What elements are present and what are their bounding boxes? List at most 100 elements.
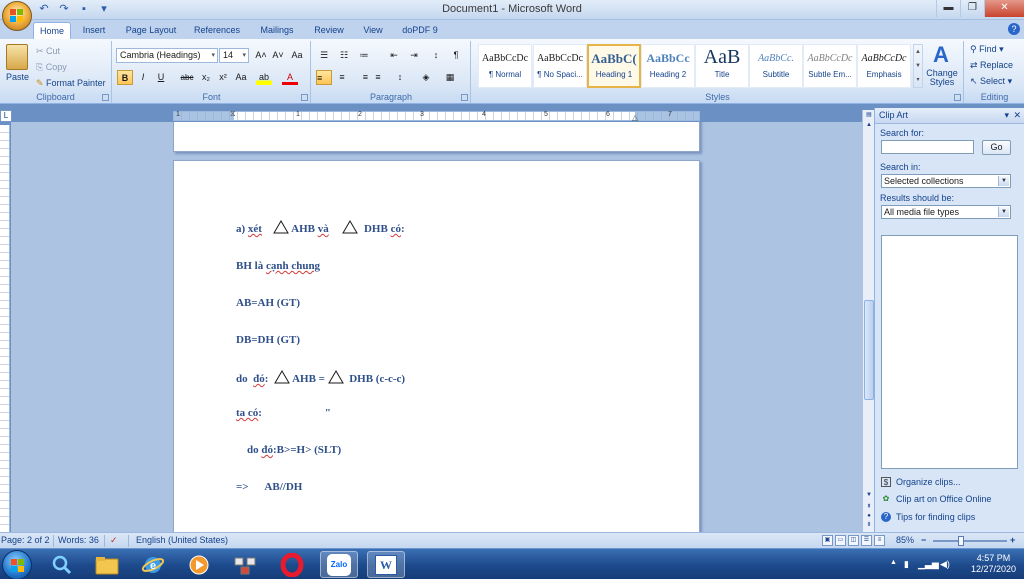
align-right-button[interactable]: ≡ [352, 70, 368, 85]
decrease-indent-button[interactable]: ⇤ [386, 48, 402, 63]
tab-selector[interactable]: L [0, 110, 12, 122]
language-status[interactable]: English (United States) [136, 535, 228, 545]
change-styles-icon[interactable]: A [929, 42, 953, 68]
zoom-slider-track[interactable] [933, 540, 1007, 542]
minimize-button[interactable]: ▬ [936, 0, 960, 17]
center-button[interactable]: ≡ [334, 70, 350, 85]
vertical-scrollbar[interactable]: ▤ ▲ ▼ ⇞ ● ⇟ [862, 110, 874, 532]
style-normal[interactable]: AaBbCcDc ¶ Normal [478, 44, 532, 88]
office-button[interactable] [2, 1, 32, 31]
clip-art-online-link[interactable]: ✿ Clip art on Office Online [881, 494, 992, 504]
clip-results-area[interactable] [881, 235, 1018, 469]
right-indent-marker-icon[interactable]: △ [632, 113, 638, 122]
organize-clips-link[interactable]: $ Organize clips... [881, 477, 961, 487]
sort-button[interactable]: ↕ [428, 48, 444, 63]
taskbar-network-app[interactable] [226, 551, 264, 578]
italic-button[interactable]: I [135, 70, 151, 85]
zoom-slider-knob[interactable] [958, 536, 964, 546]
underline-button[interactable]: U [153, 70, 169, 85]
taskbar-word-app[interactable]: W [367, 551, 405, 578]
full-screen-reading-icon[interactable]: ▭ [835, 535, 846, 546]
close-button[interactable]: ✕ [984, 0, 1024, 17]
pane-close-icon[interactable]: ✕ [1013, 110, 1021, 121]
tab-home[interactable]: Home [33, 22, 71, 39]
zoom-in-button[interactable]: + [1010, 535, 1015, 545]
draft-icon[interactable]: ≡ [874, 535, 885, 546]
proofing-icon[interactable]: ✓ [110, 535, 118, 546]
paragraph-launcher-icon[interactable] [461, 94, 468, 101]
help-icon[interactable]: ? [1008, 23, 1020, 35]
align-left-button[interactable]: ≡ [316, 70, 332, 85]
page-count[interactable]: Page: 2 of 2 [1, 535, 50, 545]
style-no-spacing[interactable]: AaBbCcDc ¶ No Spaci... [533, 44, 587, 88]
borders-button[interactable]: ▦ [442, 70, 458, 85]
outline-icon[interactable]: ☰ [861, 535, 872, 546]
copy-button[interactable]: ⎘ Copy [36, 62, 67, 73]
clock[interactable]: 4:57 PM 12/27/2020 [971, 553, 1016, 575]
tab-insert[interactable]: Insert [76, 22, 112, 39]
tips-link[interactable]: ? Tips for finding clips [881, 512, 975, 522]
tab-references[interactable]: References [188, 22, 246, 39]
results-type-select[interactable]: All media file types ▼ [881, 205, 1011, 219]
style-heading-1[interactable]: AaBbC(Heading 1 [587, 44, 641, 88]
go-button[interactable]: Go [982, 140, 1011, 155]
taskbar-ie-app[interactable]: e [134, 551, 172, 578]
font-launcher-icon[interactable] [301, 94, 308, 101]
taskbar-media-player-app[interactable] [180, 551, 218, 578]
show-formatting-button[interactable]: ¶ [448, 48, 464, 63]
zoom-out-button[interactable]: − [921, 535, 926, 545]
style-title[interactable]: AaB Title [695, 44, 749, 88]
paste-icon[interactable] [6, 44, 28, 70]
format-painter-button[interactable]: ✎ Format Painter [36, 78, 106, 89]
replace-button[interactable]: ⇄ Replace [970, 60, 1013, 71]
paste-button[interactable]: Paste [6, 72, 29, 82]
change-case-button[interactable]: Aa [233, 70, 249, 85]
taskbar-explorer-app[interactable] [88, 551, 126, 578]
cut-button[interactable]: ✂ Cut [36, 46, 60, 57]
change-styles-button[interactable]: Change Styles [926, 69, 958, 87]
show-hidden-icons-icon[interactable]: ▲ [890, 559, 897, 566]
select-button[interactable]: ↖ Select ▾ [970, 76, 1012, 87]
battery-icon[interactable]: ▮ [904, 559, 909, 570]
word-count[interactable]: Words: 36 [58, 535, 99, 545]
web-layout-icon[interactable]: ◫ [848, 535, 859, 546]
style-subtitle[interactable]: AaBbCc. Subtitle [749, 44, 803, 88]
tab-dopdf[interactable]: doPDF 9 [398, 22, 442, 39]
find-button[interactable]: ⚲ Find ▾ [970, 44, 1004, 55]
numbering-button[interactable]: ☷ [336, 48, 352, 63]
line-spacing-button[interactable]: ↕ [392, 70, 408, 85]
highlight-button[interactable]: ab [256, 70, 272, 85]
taskbar-opera-app[interactable] [273, 551, 311, 578]
signal-icon[interactable]: ▁▃▅ [918, 559, 939, 570]
document-page[interactable]: a) xét AHB và DHB có: BH là cạnh chung A… [173, 160, 700, 532]
font-size-combo[interactable]: 14 ▾ [219, 48, 249, 63]
justify-button[interactable]: ≡ [370, 70, 386, 85]
indent-marker-icon[interactable]: ⧖ [230, 109, 236, 119]
styles-scroll[interactable]: ▲ ▼ ▾ [913, 44, 923, 88]
tab-review[interactable]: Review [308, 22, 350, 39]
restore-button[interactable]: ❐ [960, 0, 984, 17]
bold-button[interactable]: B [117, 70, 133, 85]
taskbar-zalo-app[interactable]: Zalo [320, 551, 358, 578]
start-button[interactable] [2, 550, 32, 579]
horizontal-ruler[interactable]: 1 1 2 3 4 5 6 7 ⧖ △ [173, 109, 700, 122]
style-heading-2[interactable]: AaBbCc Heading 2 [641, 44, 695, 88]
tab-page-layout[interactable]: Page Layout [120, 22, 182, 39]
search-input[interactable] [881, 140, 974, 154]
zoom-level[interactable]: 85% [896, 535, 914, 545]
superscript-button[interactable]: x² [215, 70, 231, 85]
scroll-thumb[interactable] [864, 300, 874, 400]
taskbar-search-app[interactable] [43, 551, 81, 578]
search-in-select[interactable]: Selected collections ▼ [881, 174, 1011, 188]
styles-launcher-icon[interactable] [954, 94, 961, 101]
style-subtle-emphasis[interactable]: AaBbCcDc Subtle Em... [803, 44, 857, 88]
clipboard-launcher-icon[interactable] [102, 94, 109, 101]
style-emphasis[interactable]: AaBbCcDc Emphasis [857, 44, 911, 88]
volume-icon[interactable]: ◀) [940, 559, 950, 570]
subscript-button[interactable]: x₂ [198, 70, 214, 85]
font-name-combo[interactable]: Cambria (Headings) ▾ [116, 48, 218, 63]
shrink-font-button[interactable]: A˅ [270, 48, 286, 63]
tab-mailings[interactable]: Mailings [252, 22, 302, 39]
font-color-button[interactable]: A [282, 70, 298, 85]
print-layout-icon[interactable]: ▣ [822, 535, 833, 546]
